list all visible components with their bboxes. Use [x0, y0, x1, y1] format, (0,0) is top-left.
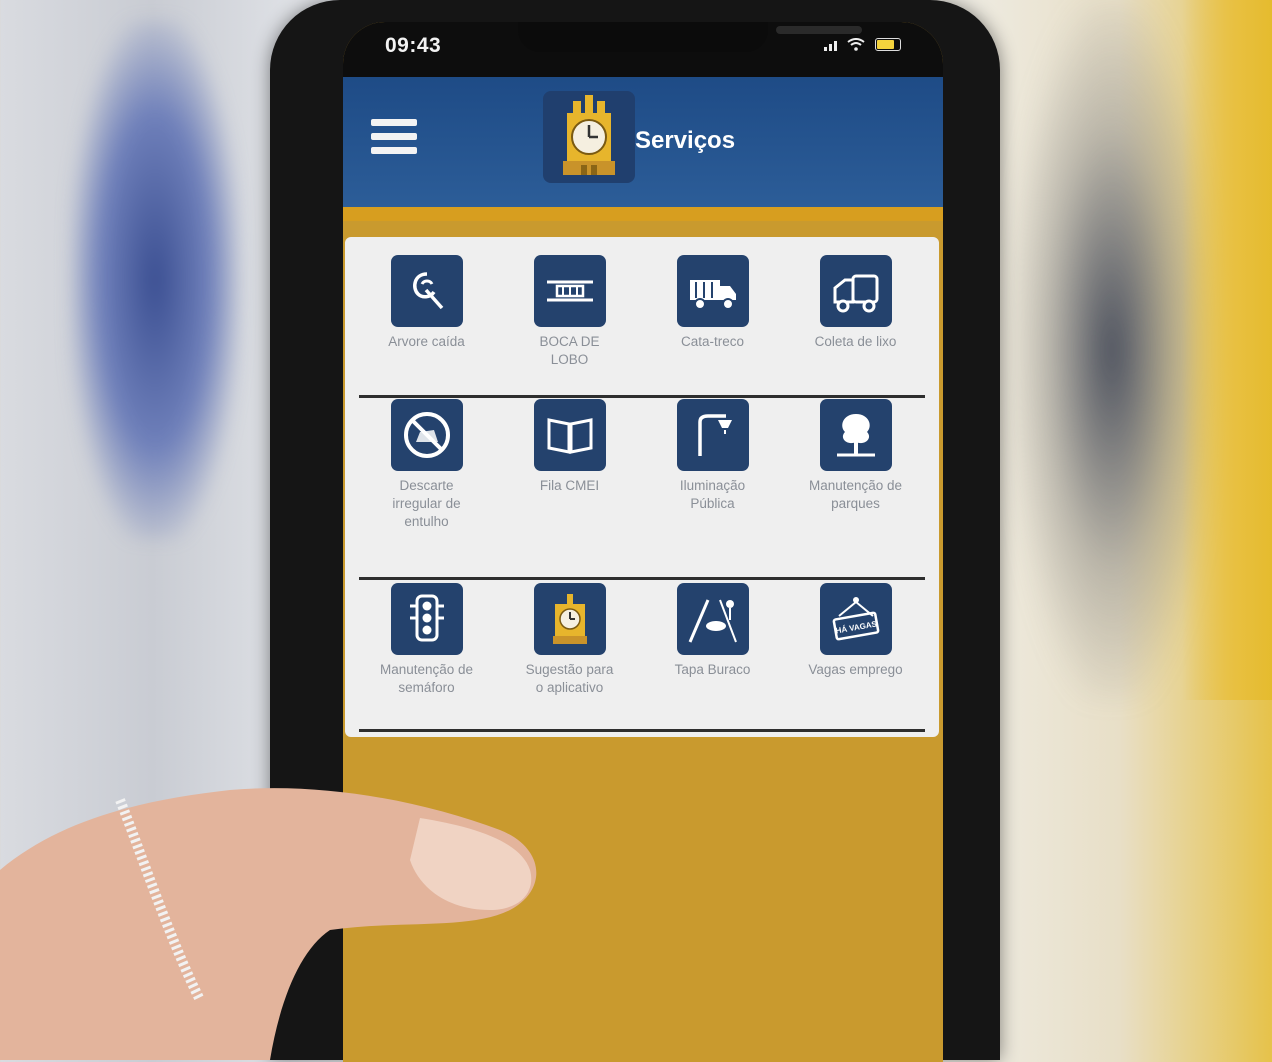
no-dumping-icon	[390, 399, 463, 471]
job-sign-icon: HÁ VAGAS	[819, 583, 892, 655]
status-bar: 09:43	[343, 22, 943, 77]
service-label: Sugestão para o aplicativo	[525, 662, 614, 695]
row-divider	[359, 577, 925, 580]
system-icons	[824, 38, 901, 51]
hand-thumb	[0, 788, 537, 1060]
service-tile-cata-treco[interactable]: Cata-treco	[641, 255, 784, 395]
service-tile-tapa-buraco[interactable]: Tapa Buraco	[641, 583, 784, 733]
notch	[518, 22, 862, 52]
service-tile-vagas-emprego[interactable]: HÁ VAGAS Vagas emprego	[784, 583, 927, 733]
services-panel: Arvore caída BOCA DE LOBO Cata-treco Col…	[345, 237, 939, 737]
tree-fallen-icon	[390, 255, 463, 327]
truck-icon	[676, 255, 749, 327]
service-tile-sugestao-aplicativo[interactable]: Sugestão para o aplicativo	[498, 583, 641, 733]
row-divider	[359, 729, 925, 732]
service-label: Vagas emprego	[808, 662, 903, 677]
wifi-icon	[847, 38, 865, 51]
services-row: Descarte irregular de entulho Fila CMEI …	[355, 399, 927, 575]
battery-icon	[875, 38, 901, 51]
service-tile-coleta-de-lixo[interactable]: Coleta de lixo	[784, 255, 927, 395]
menu-bar	[371, 133, 417, 140]
service-label: Arvore caída	[388, 334, 465, 349]
service-label: Cata-treco	[680, 334, 745, 349]
traffic-light-icon	[390, 583, 463, 655]
app-logo-clock-tower-icon	[543, 91, 635, 183]
storm-drain-icon	[533, 255, 606, 327]
background-blur-yellow	[1182, 0, 1272, 700]
service-tile-descarte-irregular[interactable]: Descarte irregular de entulho	[355, 399, 498, 575]
signal-icon	[824, 39, 837, 51]
service-label: Descarte irregular de entulho	[392, 478, 461, 529]
row-divider	[359, 395, 925, 398]
service-label: Coleta de lixo	[814, 334, 897, 349]
background-blur-blue	[70, 20, 240, 540]
app-header: Serviços	[343, 77, 943, 221]
clock-tower-icon	[533, 583, 606, 655]
service-label: Manutenção de semáforo	[379, 662, 474, 695]
service-tile-manutencao-parques[interactable]: Manutenção de parques	[784, 399, 927, 575]
street-lamp-icon	[676, 399, 749, 471]
park-tree-icon	[819, 399, 892, 471]
service-tile-iluminacao-publica[interactable]: Iluminação Pública	[641, 399, 784, 575]
service-tile-fila-cmei[interactable]: Fila CMEI	[498, 399, 641, 575]
services-row: Manutenção de semáforo Sugestão para o a…	[355, 583, 927, 733]
menu-bar	[371, 147, 417, 154]
status-time: 09:43	[385, 34, 442, 57]
service-label: Tapa Buraco	[674, 662, 751, 677]
service-label: BOCA DE LOBO	[539, 334, 600, 367]
garbage-truck-icon	[819, 255, 892, 327]
service-tile-arvore-caida[interactable]: Arvore caída	[355, 255, 498, 395]
service-label: Fila CMEI	[539, 478, 600, 493]
service-label: Iluminação Pública	[679, 478, 746, 511]
menu-button[interactable]	[371, 119, 417, 159]
page-title: Serviços	[635, 127, 736, 154]
service-tile-manutencao-semaforo[interactable]: Manutenção de semáforo	[355, 583, 498, 733]
menu-bar	[371, 119, 417, 126]
service-tile-boca-de-lobo[interactable]: BOCA DE LOBO	[498, 255, 641, 395]
pothole-icon	[676, 583, 749, 655]
services-row: Arvore caída BOCA DE LOBO Cata-treco Col…	[355, 255, 927, 395]
speaker	[776, 26, 862, 34]
book-icon	[533, 399, 606, 471]
service-label: Manutenção de parques	[808, 478, 903, 511]
